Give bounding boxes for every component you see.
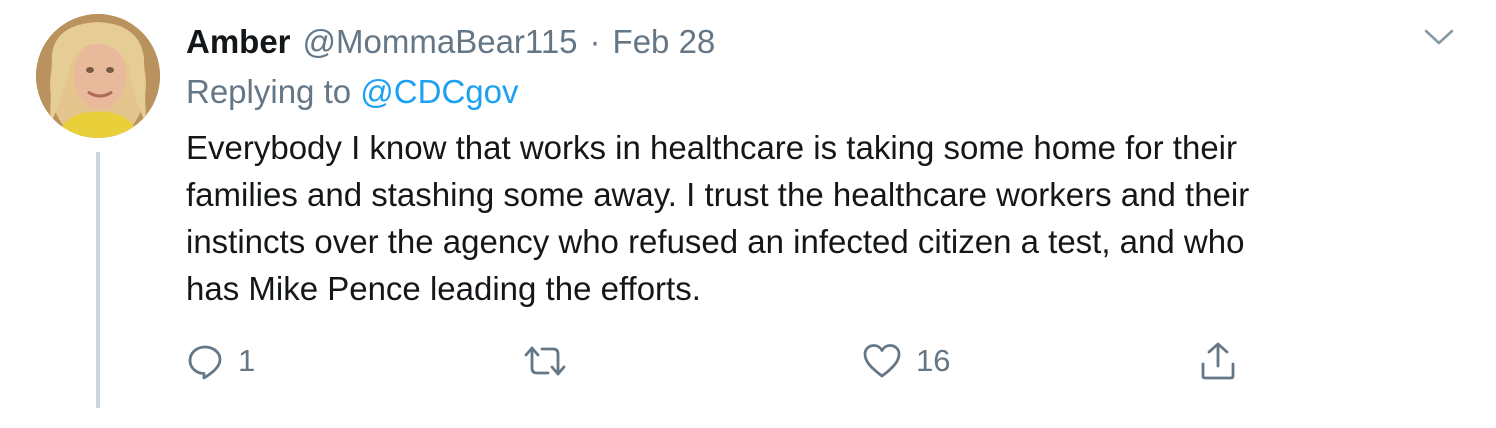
retweet-icon <box>524 346 566 376</box>
tweet-text: Everybody I know that works in healthcar… <box>186 124 1436 312</box>
tweet-header: Amber @MommaBear115 · Feb 28 <box>186 20 715 64</box>
like-count: 16 <box>916 343 951 378</box>
reply-button[interactable]: 1 <box>186 336 255 386</box>
replying-mention[interactable]: @CDCgov <box>360 73 518 110</box>
like-button[interactable]: 16 <box>862 336 950 386</box>
tweet-text-line: instincts over the agency who refused an… <box>186 223 1245 260</box>
author-name[interactable]: Amber <box>186 20 291 64</box>
replying-prefix: Replying to <box>186 73 352 110</box>
separator-dot: · <box>589 23 601 60</box>
share-button[interactable] <box>1198 336 1238 386</box>
avatar-photo <box>36 14 160 138</box>
chevron-down-icon[interactable] <box>1422 26 1456 48</box>
tweet-text-line: Everybody I know that works in healthcar… <box>186 129 1237 166</box>
replying-to: Replying to @CDCgov <box>186 70 518 114</box>
tweet-text-line: has Mike Pence leading the efforts. <box>186 270 701 307</box>
retweet-button[interactable] <box>522 336 582 386</box>
reply-count: 1 <box>238 343 256 378</box>
tweet-date[interactable]: Feb 28 <box>613 20 716 64</box>
thread-line <box>96 152 100 408</box>
author-handle[interactable]: @MommaBear115 <box>303 20 578 64</box>
tweet-card[interactable]: Amber @MommaBear115 · Feb 28 Replying to… <box>0 0 1496 428</box>
reply-icon <box>188 345 222 380</box>
share-icon <box>1201 342 1235 380</box>
action-bar: 1 16 <box>186 336 1286 386</box>
avatar[interactable] <box>36 14 160 138</box>
heart-icon <box>863 344 901 378</box>
tweet-text-line: families and stashing some away. I trust… <box>186 176 1250 213</box>
